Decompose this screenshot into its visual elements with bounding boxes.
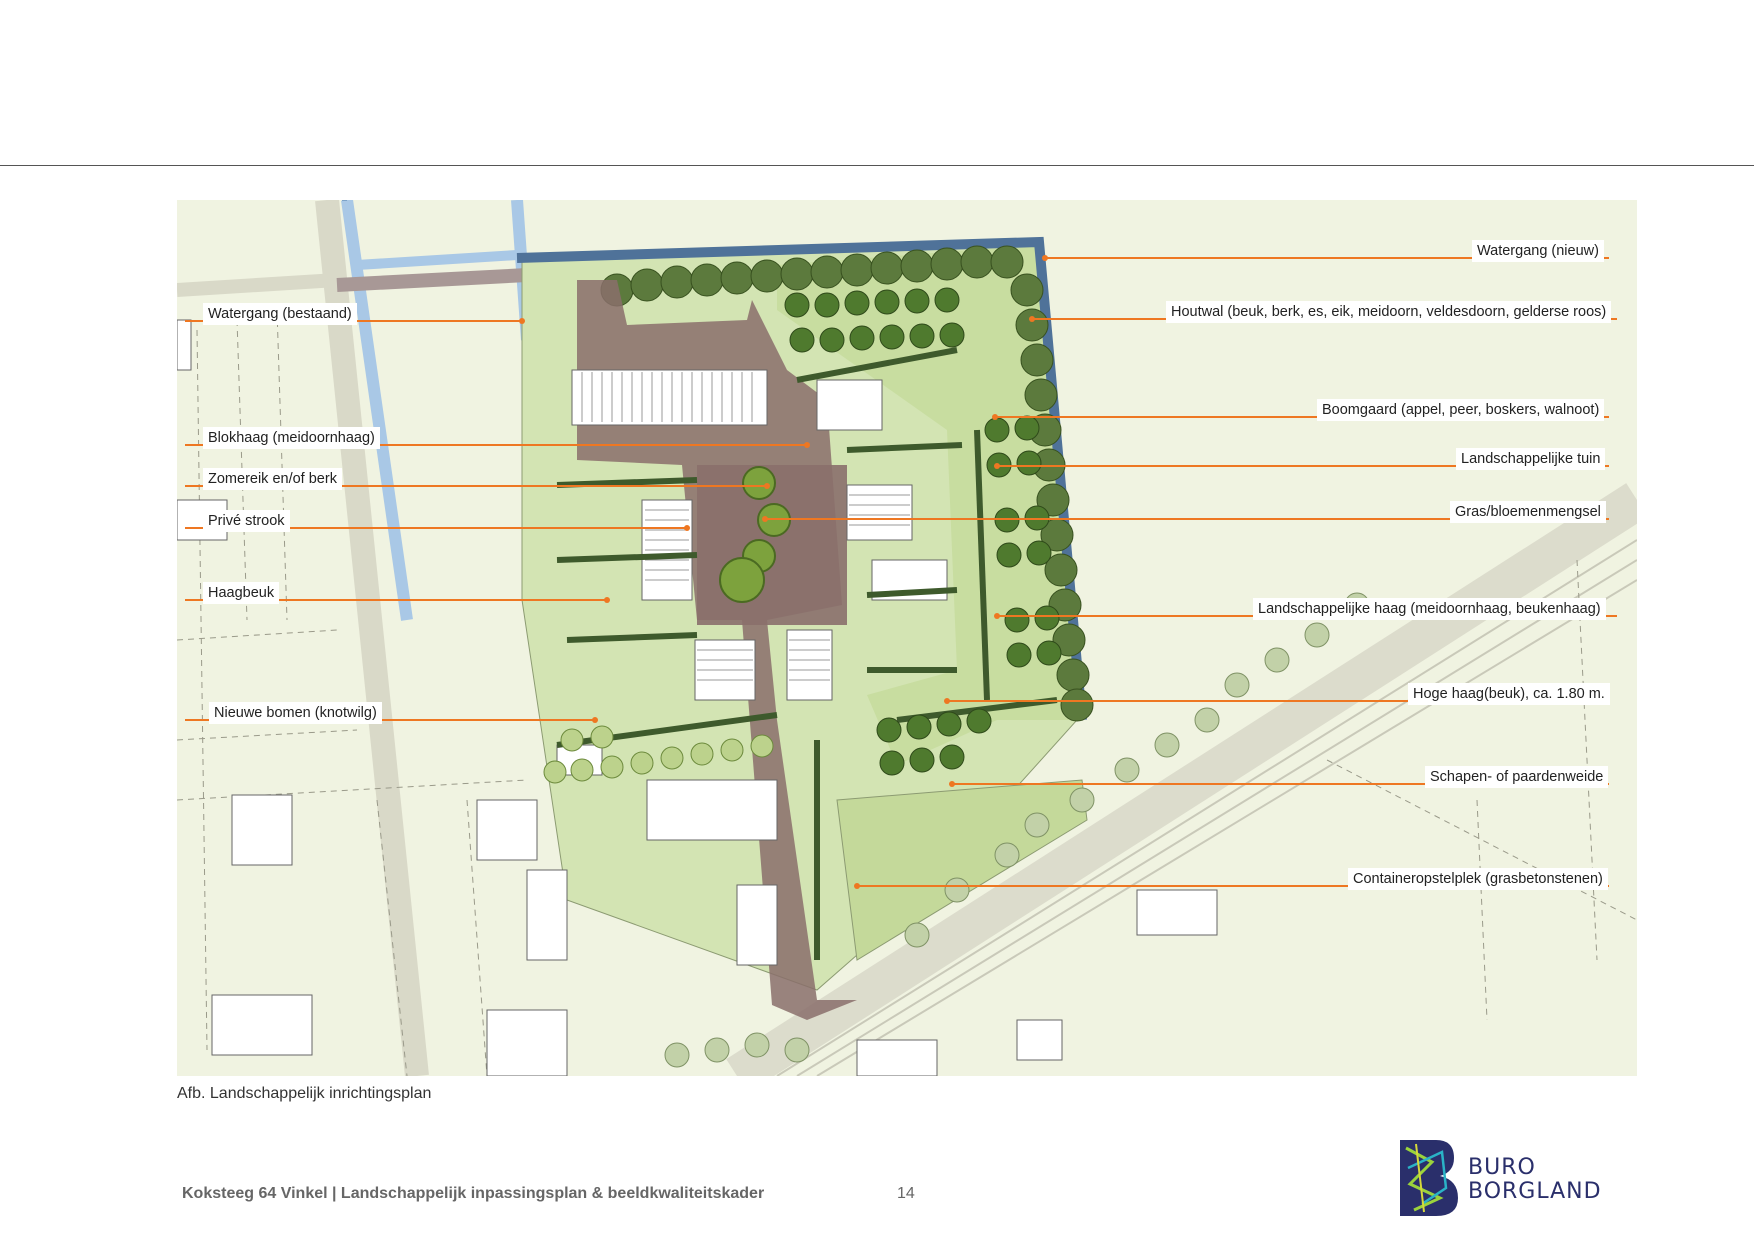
plan-drawing: [177, 200, 1637, 1076]
buro-borgland-logo: BURO BORGLAND: [1396, 1138, 1606, 1218]
landscape-plan-map: Watergang (nieuw) Watergang (bestaand) H…: [177, 200, 1637, 1076]
label-gras: Gras/bloemenmengsel: [1450, 501, 1606, 523]
label-landschappelijke-tuin: Landschappelijke tuin: [1456, 448, 1606, 470]
label-boomgaard: Boomgaard (appel, peer, boskers, walnoot…: [1317, 399, 1605, 421]
label-blokhaag: Blokhaag (meidoornhaag): [203, 427, 380, 449]
label-zomereik: Zomereik en/of berk: [203, 468, 342, 490]
label-haagbeuk: Haagbeuk: [203, 582, 280, 604]
logo-mark-icon: [1400, 1140, 1458, 1216]
label-schapen: Schapen- of paardenweide: [1425, 766, 1609, 788]
label-prive-strook: Privé strook: [203, 510, 290, 532]
label-container: Containeropstelplek (grasbetonstenen): [1348, 868, 1608, 890]
figure-caption: Afb. Landschappelijk inrichtingsplan: [177, 1085, 432, 1102]
label-watergang-bestaand: Watergang (bestaand): [203, 303, 357, 325]
footer-title: Koksteeg 64 Vinkel | Landschappelijk inp…: [182, 1185, 765, 1202]
label-hoge-haag: Hoge haag(beuk), ca. 1.80 m.: [1408, 683, 1610, 705]
header-rule: [0, 165, 1754, 166]
logo-line-2: BORGLAND: [1468, 1179, 1602, 1204]
page-number: 14: [897, 1185, 915, 1202]
label-nieuwe-bomen: Nieuwe bomen (knotwilg): [209, 702, 382, 724]
logo-line-1: BURO: [1468, 1155, 1536, 1180]
label-landschappelijke-haag: Landschappelijke haag (meidoornhaag, beu…: [1253, 598, 1606, 620]
label-houtwal: Houtwal (beuk, berk, es, eik, meidoorn, …: [1166, 301, 1612, 323]
label-watergang-nieuw: Watergang (nieuw): [1472, 240, 1604, 262]
